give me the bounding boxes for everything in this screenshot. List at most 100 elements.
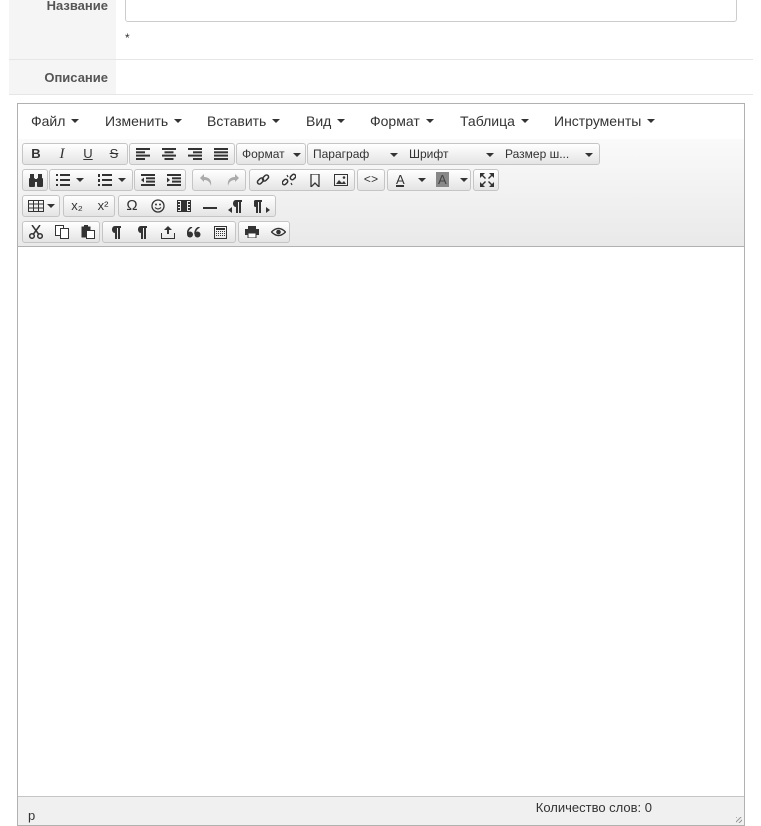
- chevron-down-icon: [174, 119, 183, 124]
- bullet-list-button[interactable]: [50, 170, 92, 190]
- undo-button[interactable]: [193, 170, 219, 190]
- format-select-group: Формат: [236, 143, 306, 165]
- insert-media-button[interactable]: [171, 196, 197, 216]
- template-button[interactable]: [207, 222, 233, 242]
- menu-view[interactable]: Вид: [306, 113, 346, 129]
- chevron-down-icon: [272, 119, 281, 124]
- rtl-direction-button[interactable]: [249, 196, 275, 216]
- code-group: <>: [357, 169, 385, 191]
- chevron-down-icon: [425, 119, 434, 124]
- paragraph-select[interactable]: Параграф: [308, 144, 404, 164]
- chevron-down-icon: [647, 119, 656, 124]
- font-selects-group: Параграф Шрифт Размер ш...: [307, 143, 600, 165]
- numbered-list-icon: [98, 174, 126, 186]
- paste-icon: [81, 225, 95, 239]
- chevron-down-icon: [460, 177, 469, 182]
- film-icon: [177, 200, 191, 212]
- copy-button[interactable]: [49, 222, 75, 242]
- horizontal-rule-icon: [203, 207, 217, 209]
- emoticons-button[interactable]: [145, 196, 171, 216]
- find-replace-button[interactable]: [23, 170, 47, 190]
- bold-button[interactable]: B: [23, 144, 49, 164]
- blockquote-button[interactable]: [181, 222, 207, 242]
- name-input[interactable]: [125, 0, 737, 22]
- chevron-down-icon: [585, 153, 593, 157]
- name-label-cell: Название: [9, 0, 116, 59]
- element-path[interactable]: p: [28, 808, 35, 823]
- strikethrough-button[interactable]: S: [101, 144, 127, 164]
- menu-format[interactable]: Формат: [370, 113, 434, 129]
- insert-table-button[interactable]: [23, 196, 59, 216]
- upload-icon: [161, 226, 175, 239]
- visual-chars-button[interactable]: [129, 222, 155, 242]
- superscript-button[interactable]: x²: [90, 196, 114, 216]
- menu-file[interactable]: Файл: [31, 113, 80, 129]
- subscript-button[interactable]: x₂: [64, 196, 90, 216]
- bookmark-icon: [310, 173, 320, 189]
- format-select[interactable]: Формат: [237, 144, 305, 164]
- chevron-down-icon: [293, 153, 301, 157]
- insert-link-button[interactable]: [250, 170, 276, 190]
- redo-button[interactable]: [220, 170, 245, 190]
- copy-icon: [55, 225, 69, 239]
- indent-group: [134, 169, 186, 191]
- ltr-direction-button[interactable]: [223, 196, 249, 216]
- ltr-pilcrow-icon: [228, 200, 242, 213]
- outdent-button[interactable]: [135, 170, 161, 190]
- show-blocks-button[interactable]: [103, 222, 129, 242]
- print-preview-group: [238, 221, 290, 243]
- menu-edit[interactable]: Изменить: [105, 113, 183, 129]
- align-center-icon: [162, 148, 176, 160]
- anchor-button[interactable]: [302, 170, 328, 190]
- paste-button[interactable]: [75, 222, 99, 242]
- text-color-button[interactable]: A: [388, 170, 430, 190]
- lists-group: [49, 169, 133, 191]
- description-label: Описание: [44, 70, 108, 85]
- binoculars-icon: [29, 174, 43, 187]
- editor-content-area[interactable]: [18, 247, 744, 797]
- indent-button[interactable]: [161, 170, 185, 190]
- scissors-icon: [28, 224, 44, 240]
- insert-group: Ω: [118, 195, 276, 217]
- background-color-button[interactable]: A: [430, 170, 470, 190]
- source-code-button[interactable]: <>: [358, 170, 384, 190]
- fullscreen-button[interactable]: [474, 170, 498, 190]
- menu-insert[interactable]: Вставить: [207, 113, 281, 129]
- special-char-button[interactable]: Ω: [119, 196, 145, 216]
- menu-table[interactable]: Таблица: [460, 113, 529, 129]
- insert-datetime-button[interactable]: [155, 222, 181, 242]
- print-button[interactable]: [239, 222, 265, 242]
- font-family-select[interactable]: Шрифт: [404, 144, 500, 164]
- font-size-select[interactable]: Размер ш...: [500, 144, 599, 164]
- color-group: A A: [387, 169, 471, 191]
- align-right-button[interactable]: [182, 144, 208, 164]
- align-justify-button[interactable]: [208, 144, 234, 164]
- name-label: Название: [46, 0, 108, 13]
- italic-button[interactable]: I: [49, 144, 75, 164]
- link-group: [249, 169, 355, 191]
- preview-button[interactable]: [265, 222, 289, 242]
- rtl-pilcrow-icon: [253, 200, 270, 213]
- resize-handle-icon[interactable]: [736, 817, 742, 823]
- align-center-button[interactable]: [156, 144, 182, 164]
- underline-button[interactable]: U: [75, 144, 101, 164]
- horizontal-rule-button[interactable]: [197, 196, 223, 216]
- script-group: x₂ x²: [63, 195, 115, 217]
- redo-icon: [227, 174, 239, 186]
- required-mark: *: [125, 31, 130, 45]
- align-left-button[interactable]: [130, 144, 156, 164]
- numbered-list-button[interactable]: [92, 170, 132, 190]
- link-icon: [256, 174, 270, 185]
- chevron-down-icon: [337, 119, 346, 124]
- editor-menubar: Файл Изменить Вставить Вид Формат Таблиц…: [18, 104, 744, 140]
- unlink-button[interactable]: [276, 170, 302, 190]
- form-row-name: Название *: [9, 0, 753, 60]
- menu-tools[interactable]: Инструменты: [554, 113, 656, 129]
- rich-text-editor: Файл Изменить Вставить Вид Формат Таблиц…: [17, 103, 745, 826]
- cut-button[interactable]: [23, 222, 49, 242]
- editor-toolbar: B I U S Формат Параграф Шрифт Размер ш..…: [18, 139, 744, 247]
- fullscreen-group: [473, 169, 499, 191]
- chevron-down-icon: [417, 177, 426, 182]
- insert-image-button[interactable]: [328, 170, 354, 190]
- bullet-list-icon: [56, 174, 84, 186]
